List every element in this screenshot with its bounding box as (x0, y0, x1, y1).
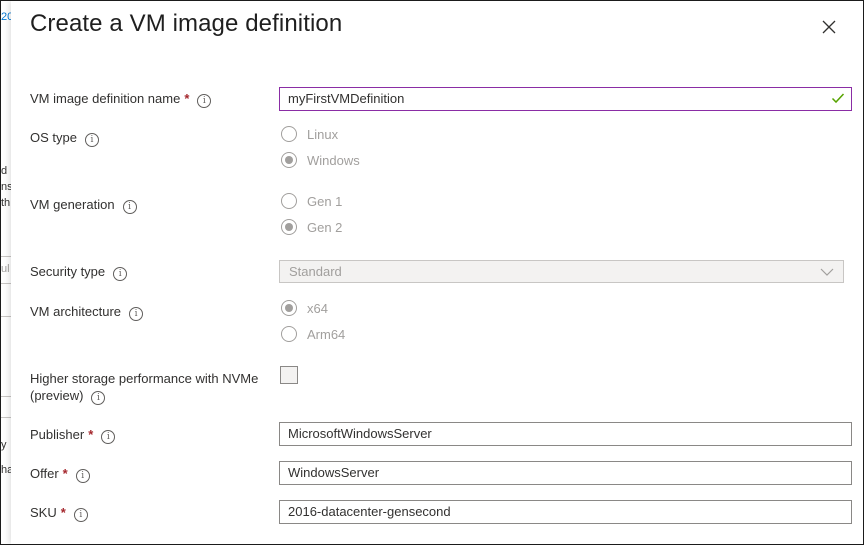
background-fragment: d (1, 165, 8, 177)
checkmark-icon (831, 93, 845, 104)
required-marker: * (62, 466, 68, 481)
info-icon[interactable]: i (75, 469, 90, 483)
close-icon (822, 20, 836, 34)
publisher-label: Publisher * i (30, 426, 116, 444)
vm-generation-label: VM generation i (30, 196, 137, 214)
background-fragment: th (1, 197, 11, 209)
radio-button-selected[interactable] (281, 152, 297, 168)
chevron-down-icon (820, 268, 834, 276)
background-fragment: y (1, 439, 7, 451)
window-frame: 20 d ns th ul y ha Create a VM image def… (0, 0, 864, 545)
info-icon[interactable]: i (197, 94, 212, 108)
background-divider (1, 396, 11, 397)
background-blade: 20 d ns th ul y ha (1, 1, 11, 544)
radio-button[interactable] (281, 193, 297, 209)
info-icon[interactable]: i (73, 508, 88, 522)
background-fragment: ns (1, 181, 11, 193)
vm-generation-option-gen1[interactable]: Gen 1 (281, 193, 342, 209)
vm-architecture-option-arm64[interactable]: Arm64 (281, 326, 345, 342)
vm-architecture-option-x64[interactable]: x64 (281, 300, 328, 316)
publisher-input[interactable]: MicrosoftWindowsServer (279, 422, 852, 446)
background-divider (1, 283, 11, 284)
required-marker: * (88, 427, 94, 442)
info-icon[interactable]: i (113, 267, 128, 281)
info-icon[interactable]: i (129, 307, 144, 321)
required-marker: * (60, 505, 66, 520)
image-definition-name-input[interactable]: myFirstVMDefinition (279, 87, 852, 111)
os-type-option-windows[interactable]: Windows (281, 152, 360, 168)
info-icon[interactable]: i (84, 133, 99, 147)
background-fragment: ul (1, 263, 10, 275)
background-divider (1, 417, 11, 418)
nvme-label: Higher storage performance with NVMe (pr… (30, 371, 259, 405)
os-type-option-linux[interactable]: Linux (281, 126, 338, 142)
radio-button-selected[interactable] (281, 300, 297, 316)
image-definition-name-label: VM image definition name * i (30, 90, 212, 108)
panel-title: Create a VM image definition (30, 10, 343, 37)
vm-generation-option-gen2[interactable]: Gen 2 (281, 219, 342, 235)
info-icon[interactable]: i (101, 430, 116, 444)
security-type-dropdown[interactable]: Standard (279, 260, 844, 283)
sku-input[interactable]: 2016-datacenter-gensecond (279, 500, 852, 524)
close-button[interactable] (817, 15, 841, 39)
radio-button-selected[interactable] (281, 219, 297, 235)
background-divider (1, 256, 11, 257)
background-fragment: ha (1, 464, 11, 476)
os-type-label: OS type i (30, 129, 99, 147)
background-divider (1, 316, 11, 317)
offer-input[interactable]: WindowsServer (279, 461, 852, 485)
radio-button[interactable] (281, 326, 297, 342)
info-icon[interactable]: i (122, 200, 137, 214)
sku-label: SKU * i (30, 504, 88, 522)
nvme-checkbox[interactable] (280, 366, 298, 384)
info-icon[interactable]: i (91, 391, 106, 405)
vm-architecture-label: VM architecture i (30, 303, 144, 321)
offer-label: Offer * i (30, 465, 90, 483)
radio-button[interactable] (281, 126, 297, 142)
security-type-label: Security type i (30, 263, 128, 281)
background-fragment: 20 (1, 11, 11, 23)
create-image-definition-panel: Create a VM image definition VM image de… (11, 1, 863, 544)
required-marker: * (184, 91, 190, 106)
